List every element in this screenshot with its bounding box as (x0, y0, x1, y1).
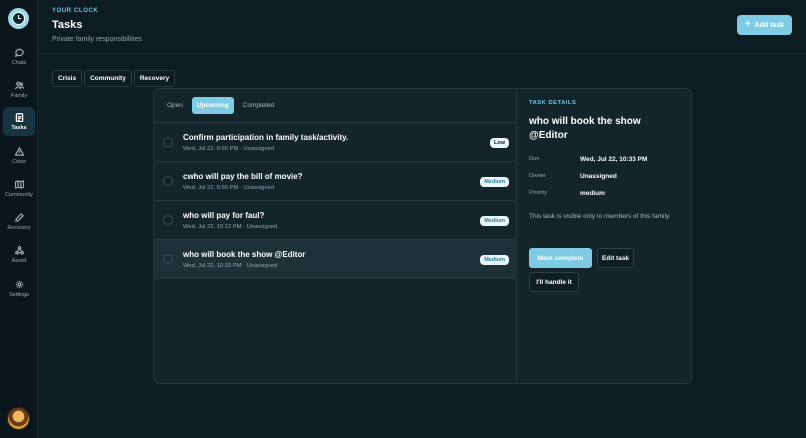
assist-icon (14, 245, 24, 255)
priority-label: Priority (529, 190, 548, 196)
priority-badge: Medium (480, 216, 509, 226)
complete-checkbox[interactable] (163, 254, 173, 264)
sidebar-item-label: Crisis (12, 158, 26, 165)
sidebar-item-family[interactable]: Family (3, 75, 35, 104)
table-row[interactable]: who will pay for faul? Wed, Jul 22, 10:1… (154, 201, 517, 240)
family-icon (14, 81, 24, 89)
task-meta: Wed, Jul 22, 10:12 PM · Unassigned (183, 224, 278, 230)
task-meta: Wed, Jul 22, 10:33 PM · Unassigned (183, 263, 278, 269)
priority-badge: Medium (480, 177, 509, 187)
pen-icon (14, 212, 24, 222)
sidebar-item-tasks[interactable]: Tasks (3, 107, 35, 136)
sidebar-item-settings[interactable]: Settings (3, 274, 35, 303)
handle-it-button[interactable]: I'll handle it (529, 272, 579, 292)
sidebar-item-label: Chats (11, 59, 27, 66)
app-eyebrow: YOUR CLOCK (52, 8, 99, 14)
task-title: Confirm participation in family task/act… (183, 133, 349, 142)
task-meta: Wed, Jul 22, 6:55 PM · Unassigned (183, 146, 275, 152)
clock-logo-icon[interactable] (8, 8, 29, 29)
alert-icon (14, 146, 24, 156)
details-heading: TASK DETAILS (529, 100, 577, 106)
add-task-label: Add task (754, 21, 785, 29)
filter-upcoming[interactable]: Upcoming (191, 97, 234, 114)
table-row[interactable]: who will book the show @Editor Wed, Jul … (154, 240, 517, 279)
tab-community[interactable]: Community (84, 70, 132, 87)
sidebar-item-label: Community (5, 191, 33, 198)
sidebar-item-label: Family (10, 92, 28, 99)
complete-checkbox[interactable] (163, 137, 173, 147)
task-title: who will book the show @Editor (183, 250, 306, 259)
sidebar-item-crisis[interactable]: Crisis (3, 141, 35, 170)
task-title: who will pay for faul? (183, 211, 265, 220)
complete-checkbox[interactable] (163, 176, 173, 186)
settings-icon (15, 280, 23, 288)
page-title: Tasks (52, 19, 83, 31)
add-task-button[interactable]: + Add task (737, 15, 792, 35)
sidebar-item-assist[interactable]: Assist (3, 240, 35, 269)
tasks-panel: Open Upcoming Completed Confirm particip… (153, 88, 692, 384)
complete-checkbox[interactable] (163, 215, 173, 225)
details-title: who will book the show @Editor (529, 116, 641, 141)
priority-badge: Low (490, 138, 509, 148)
scope-tabs: Crisis Community Recovery (52, 70, 176, 87)
due-label: Due (529, 156, 540, 162)
edit-task-button[interactable]: Edit task (597, 248, 634, 268)
mark-complete-button[interactable]: Mark complete (529, 248, 592, 268)
table-row[interactable]: Confirm participation in family task/act… (154, 123, 517, 162)
sidebar-item-label: Assist (11, 257, 27, 264)
task-meta: Wed, Jul 22, 6:56 PM · Unassigned (183, 185, 275, 191)
sidebar: Chats Family Tasks Crisis Community Reco… (0, 0, 38, 438)
priority-value: medium (580, 190, 605, 197)
sidebar-item-recovery[interactable]: Recovery (3, 207, 35, 236)
due-value: Wed, Jul 22, 10:33 PM (580, 156, 648, 163)
owner-label: Owner (529, 173, 547, 179)
tab-recovery[interactable]: Recovery (133, 70, 176, 87)
task-details: TASK DETAILS who will book the show @Edi… (529, 89, 689, 383)
task-list: Open Upcoming Completed Confirm particip… (154, 89, 517, 383)
sidebar-item-label: Recovery (7, 224, 31, 231)
tab-crisis[interactable]: Crisis (52, 70, 83, 87)
sidebar-item-label: Tasks (11, 124, 27, 131)
plus-icon: + (744, 19, 751, 30)
sidebar-item-community[interactable]: Community (3, 174, 35, 203)
priority-badge: Medium (480, 255, 509, 265)
filter-completed[interactable]: Completed (238, 97, 279, 114)
page-header: YOUR CLOCK Tasks Private family responsi… (38, 0, 806, 54)
page-subtitle: Private family responsibilities (52, 36, 142, 43)
tasks-icon (15, 112, 23, 122)
sidebar-item-chats[interactable]: Chats (3, 42, 35, 71)
chat-icon (14, 48, 24, 57)
table-row[interactable]: cwho will pay the bill of movie? Wed, Ju… (154, 162, 517, 201)
sidebar-item-label: Settings (9, 291, 29, 298)
owner-value: Unassigned (580, 173, 617, 180)
filter-open[interactable]: Open (162, 97, 188, 114)
visibility-note: This task is visible only to members of … (529, 213, 671, 220)
task-filters: Open Upcoming Completed (162, 97, 279, 114)
map-icon (14, 179, 24, 189)
avatar[interactable] (7, 407, 30, 430)
task-title: cwho will pay the bill of movie? (183, 172, 303, 181)
